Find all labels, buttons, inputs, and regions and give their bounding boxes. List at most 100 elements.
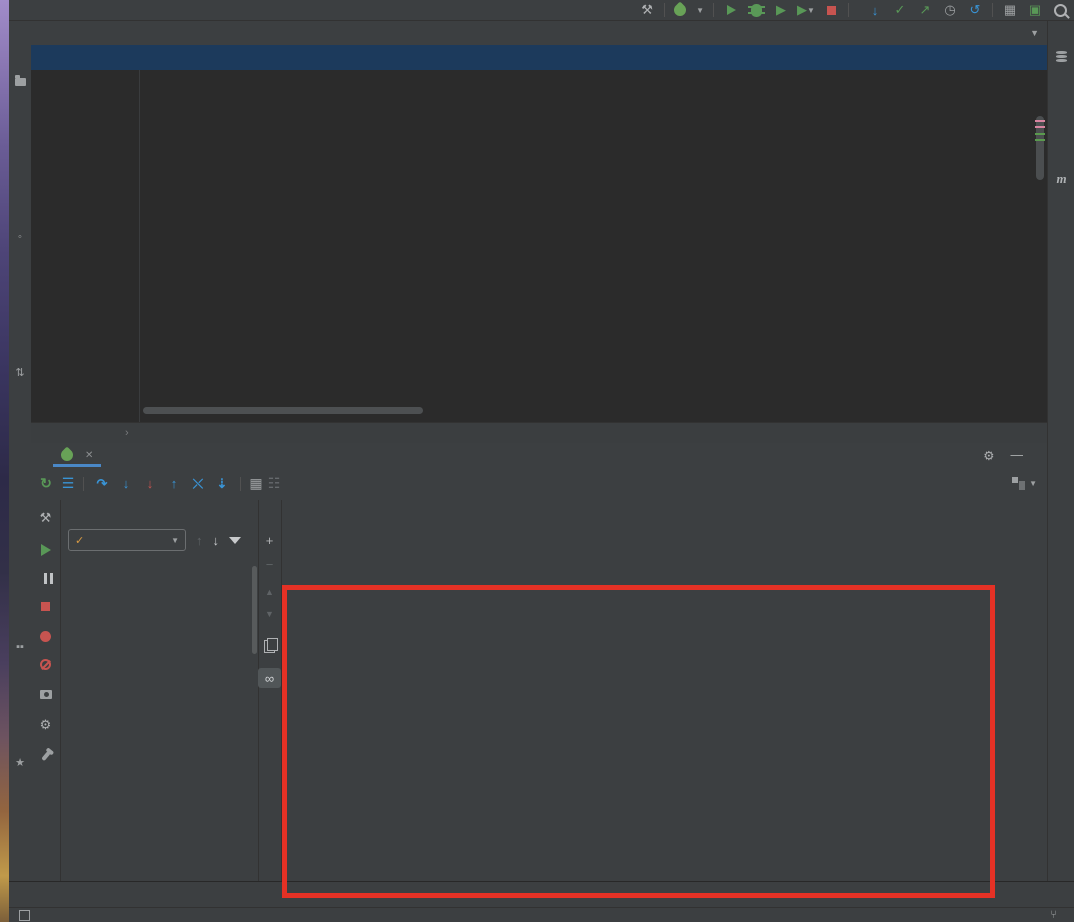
git-push-icon[interactable]: ↗ xyxy=(917,2,933,18)
thread-dump-camera-icon[interactable] xyxy=(31,684,60,704)
star-icon: ★ xyxy=(15,756,25,769)
search-everywhere-icon[interactable] xyxy=(1052,2,1068,18)
divider xyxy=(713,3,714,17)
diagram-icon[interactable]: ▦ xyxy=(1002,2,1018,18)
evaluate-infinity-icon[interactable]: ∞ xyxy=(258,668,281,688)
error-stripe-mark xyxy=(1035,126,1045,128)
variables-side-toolbar: + − ▲ ▼ ∞ xyxy=(258,500,282,881)
git-commit-check-icon[interactable]: ✓ xyxy=(892,2,908,18)
services-icon[interactable]: ▣ xyxy=(1027,2,1043,18)
right-tool-stripe: m xyxy=(1047,21,1074,881)
branch-icon: ⑂ xyxy=(1050,909,1057,921)
sidebar-item-project[interactable] xyxy=(9,73,31,86)
force-step-into-icon[interactable]: ↓ xyxy=(138,476,162,491)
variables-panel xyxy=(281,500,1047,881)
drop-frame-icon[interactable]: ⤬ xyxy=(186,476,210,492)
filter-funnel-icon[interactable] xyxy=(229,536,241,544)
move-up-icon[interactable]: ▲ xyxy=(258,582,281,602)
code-editor[interactable] xyxy=(31,70,1047,422)
wrench-icon[interactable]: ⚒ xyxy=(31,508,60,528)
debug-session-tab[interactable]: ✕ xyxy=(53,443,102,467)
step-out-icon[interactable]: ↑ xyxy=(162,476,186,491)
step-over-icon[interactable]: ↷ xyxy=(90,476,114,492)
layout-settings-icon[interactable]: ☷ xyxy=(265,475,283,492)
sidebar-item-database[interactable] xyxy=(1048,51,1074,69)
status-icon xyxy=(19,909,30,921)
divider xyxy=(240,476,241,491)
pause-button[interactable] xyxy=(31,568,60,588)
settings-gear-icon[interactable]: ⚙ xyxy=(983,448,994,463)
resume-button[interactable] xyxy=(31,540,60,560)
sidebar-item-favorites[interactable]: ★ xyxy=(9,751,31,769)
left-tool-stripe: ◦ ⇅ ▪▪ ★ xyxy=(9,21,32,881)
evaluate-expression-icon[interactable]: ▦ xyxy=(247,475,265,492)
debug-panels: ⚒ ⚙ ✓ ▼ ↑ ↓ + − ▲ ▼ ∞ xyxy=(31,500,1047,881)
chevron-down-icon: ▼ xyxy=(696,5,704,15)
run-button[interactable] xyxy=(723,2,739,18)
decompiler-banner xyxy=(31,45,1047,70)
coverage-button[interactable]: ▶ xyxy=(773,2,789,18)
debug-toolwindow-header: ✕ ⚙ — xyxy=(31,443,1047,467)
layout-menu-icon[interactable]: ☰ xyxy=(59,475,77,492)
variables-list xyxy=(281,526,1047,881)
error-stripe-mark xyxy=(1035,120,1045,122)
view-breakpoints-icon[interactable] xyxy=(31,626,60,646)
sidebar-item-structure[interactable]: ▪▪ xyxy=(9,636,31,653)
error-stripe-mark xyxy=(1035,139,1045,141)
close-icon[interactable]: ✕ xyxy=(85,450,93,461)
rollback-icon[interactable]: ↺ xyxy=(967,2,983,18)
frame-up-icon[interactable]: ↑ xyxy=(196,533,203,548)
desktop-wallpaper-strip xyxy=(0,0,9,922)
minimize-icon[interactable]: — xyxy=(1011,448,1024,462)
chevron-down-icon: ▼ xyxy=(1029,479,1037,488)
breadcrumb-separator: › xyxy=(125,427,129,439)
variables-header xyxy=(281,500,1047,522)
spring-boot-icon xyxy=(671,1,689,19)
sidebar-item-commit[interactable]: ◦ xyxy=(9,226,31,243)
frames-header xyxy=(60,500,258,522)
git-branch-widget[interactable]: ⑂ xyxy=(1050,909,1060,921)
database-icon xyxy=(1056,51,1067,54)
frames-panel: ✓ ▼ ↑ ↓ xyxy=(60,500,259,881)
sidebar-item-maven[interactable]: m xyxy=(1048,171,1074,192)
run-to-cursor-icon[interactable]: ⇣ xyxy=(210,476,234,492)
duplicate-icon[interactable] xyxy=(258,636,281,656)
restore-layout-icon[interactable] xyxy=(1012,477,1026,490)
frames-scrollbar[interactable] xyxy=(252,566,257,654)
ide-window: ⚒ ▼ ▶ ▶ ▼ ↓ ✓ ↗ ◷ ↺ ▦ ▣ ◦ ⇅ ▪▪ ★ m ▼ › ✕… xyxy=(0,0,1074,922)
profiler-button[interactable]: ▶ ▼ xyxy=(797,2,815,18)
rerun-icon[interactable]: ↻ xyxy=(37,475,55,492)
check-icon: ✓ xyxy=(75,534,85,547)
hidden-tabs-chevron-icon[interactable]: ▼ xyxy=(1030,21,1047,45)
editor-breadcrumb-bar: › xyxy=(31,422,1047,443)
horizontal-scrollbar[interactable] xyxy=(143,407,423,414)
mute-breakpoints-icon[interactable] xyxy=(31,654,60,674)
build-hammer-icon[interactable]: ⚒ xyxy=(639,2,655,18)
history-clock-icon[interactable]: ◷ xyxy=(942,2,958,18)
step-into-icon[interactable]: ↓ xyxy=(114,476,138,491)
move-down-icon[interactable]: ▼ xyxy=(258,604,281,624)
stop-button[interactable] xyxy=(823,2,839,18)
divider xyxy=(83,476,84,491)
remove-watch-icon[interactable]: − xyxy=(258,554,281,574)
settings-gear-icon[interactable]: ⚙ xyxy=(31,715,60,735)
frame-down-icon[interactable]: ↓ xyxy=(213,533,220,548)
frames-list xyxy=(60,562,258,881)
add-watch-icon[interactable]: + xyxy=(258,530,281,550)
structure-icon: ▪▪ xyxy=(16,641,24,653)
main-toolbar: ⚒ ▼ ▶ ▶ ▼ ↓ ✓ ↗ ◷ ↺ ▦ ▣ xyxy=(9,0,1074,21)
stop-button[interactable] xyxy=(31,596,60,616)
pull-request-icon: ⇅ xyxy=(15,366,25,379)
error-stripe-mark xyxy=(1035,133,1045,135)
git-update-icon[interactable]: ↓ xyxy=(867,2,883,18)
maven-icon: m xyxy=(1056,171,1067,186)
thread-selector-dropdown[interactable]: ✓ ▼ xyxy=(68,529,186,551)
chevron-down-icon: ▼ xyxy=(171,535,179,545)
pin-icon[interactable] xyxy=(31,746,60,766)
folder-icon xyxy=(14,75,26,86)
debug-button[interactable] xyxy=(747,2,765,18)
run-configuration-selector[interactable]: ▼ xyxy=(671,1,704,19)
spring-boot-icon xyxy=(58,446,76,464)
sidebar-item-pull-requests[interactable]: ⇅ xyxy=(9,361,31,379)
editor-tab-strip: ▼ xyxy=(31,21,1047,46)
